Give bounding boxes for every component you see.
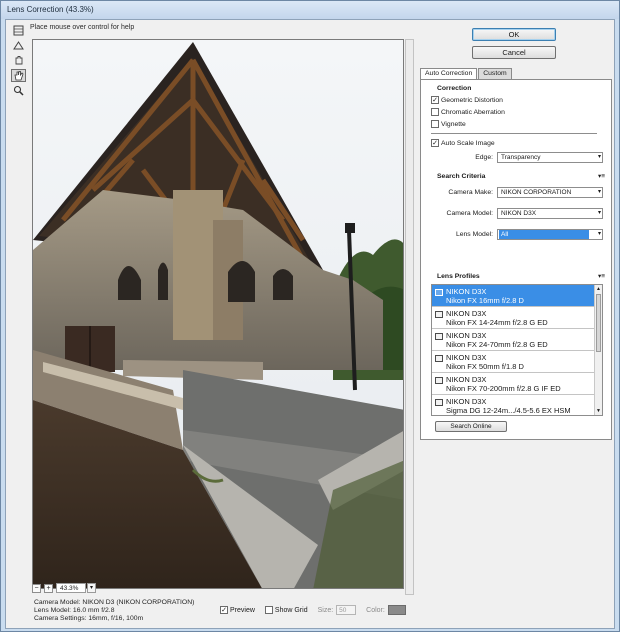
edge-select[interactable]: Transparency ▾ <box>497 152 603 163</box>
preview-option[interactable]: ✓ Preview <box>220 606 255 614</box>
search-criteria-menu-icon[interactable]: ▾≡ <box>598 172 605 180</box>
zoom-dropdown-icon[interactable]: ▾ <box>87 583 96 593</box>
lens-profiles-menu-icon[interactable]: ▾≡ <box>598 272 605 280</box>
zoom-tool-icon[interactable] <box>11 84 26 97</box>
chromatic-aberration-label: Chromatic Aberration <box>441 108 505 116</box>
preview-photo <box>33 40 403 588</box>
grid-size-option: Size: 50 <box>318 605 357 615</box>
correction-panel: Auto Correction Custom Correction ✓ Geom… <box>416 68 612 448</box>
chromatic-aberration-option[interactable]: Chromatic Aberration <box>431 108 505 116</box>
chevron-down-icon: ▾ <box>597 154 601 160</box>
auto-scale-option[interactable]: ✓ Auto Scale Image <box>431 139 495 147</box>
geometric-distortion-checkbox[interactable]: ✓ <box>431 96 439 104</box>
geometric-distortion-label: Geometric Distortion <box>441 96 503 104</box>
zoom-in-button[interactable]: + <box>44 583 53 593</box>
chevron-down-icon: ▾ <box>597 210 601 216</box>
grid-color-option: Color: <box>366 605 406 615</box>
image-info: Camera Model: NIKON D3 (NIKON CORPORATIO… <box>34 599 234 623</box>
ok-button[interactable]: OK <box>472 28 556 41</box>
panel-tabs: Auto Correction Custom <box>420 68 513 80</box>
image-preview[interactable] <box>32 39 404 589</box>
remove-distortion-tool-icon[interactable] <box>11 24 26 37</box>
vignette-option[interactable]: Vignette <box>431 120 466 128</box>
scroll-thumb[interactable] <box>596 294 601 352</box>
hand-tool-icon[interactable] <box>11 69 26 82</box>
help-text: Place mouse over control for help <box>30 24 135 31</box>
edge-select-value: Transparency <box>501 154 541 161</box>
geometric-distortion-option[interactable]: ✓ Geometric Distortion <box>431 96 503 104</box>
view-options: ✓ Preview Show Grid Size: 50 Color: <box>220 604 416 616</box>
preview-label: Preview <box>230 606 255 614</box>
list-item[interactable]: NIKON D3X Nikon FX 24-70mm f/2.8 G ED <box>432 329 596 351</box>
preview-checkbox[interactable]: ✓ <box>220 606 228 614</box>
scroll-up-icon[interactable]: ▲ <box>595 285 602 293</box>
correction-divider <box>431 133 597 134</box>
grid-size-field[interactable]: 50 <box>336 605 357 615</box>
lens-profile-icon <box>435 355 443 362</box>
list-item[interactable]: NIKON D3X Sigma DG 12-24m.../4.5-5.6 EX … <box>432 395 596 415</box>
vignette-checkbox[interactable] <box>431 120 439 128</box>
lens-profile-icon <box>435 311 443 318</box>
lens-profiles-list: NIKON D3X Nikon FX 16mm f/2.8 D NIKON D3… <box>431 284 603 416</box>
lens-profile-icon <box>435 377 443 384</box>
search-criteria-heading: Search Criteria <box>437 173 486 180</box>
tab-custom[interactable]: Custom <box>478 68 512 79</box>
preview-scrollbar[interactable] <box>405 39 414 595</box>
lens-correction-window: Lens Correction (43.3%) Place mouse over… <box>0 0 620 632</box>
edge-label: Edge: <box>475 154 493 161</box>
list-item[interactable]: NIKON D3X Nikon FX 14-24mm f/2.8 G ED <box>432 307 596 329</box>
auto-scale-checkbox[interactable]: ✓ <box>431 139 439 147</box>
camera-model-select[interactable]: NIKON D3X ▾ <box>497 208 603 219</box>
list-item[interactable]: NIKON D3X Nikon FX 70-200mm f/2.8 G IF E… <box>432 373 596 395</box>
chromatic-aberration-checkbox[interactable] <box>431 108 439 116</box>
correction-heading: Correction <box>437 85 472 92</box>
dialog-client: Place mouse over control for help − + 43… <box>5 19 615 629</box>
chevron-down-icon: ▾ <box>597 189 601 195</box>
list-item[interactable]: NIKON D3X Nikon FX 50mm f/1.8 D <box>432 351 596 373</box>
straighten-tool-icon[interactable] <box>11 39 26 52</box>
auto-scale-label: Auto Scale Image <box>441 139 495 147</box>
grid-color-label: Color: <box>366 606 385 614</box>
info-camera-model: Camera Model: NIKON D3 (NIKON CORPORATIO… <box>34 599 195 606</box>
search-online-button[interactable]: Search Online <box>435 421 507 432</box>
zoom-out-button[interactable]: − <box>32 583 41 593</box>
grid-size-label: Size: <box>317 606 334 614</box>
window-title: Lens Correction (43.3%) <box>7 5 94 14</box>
zoom-level-field[interactable]: 43.3% <box>56 583 86 593</box>
list-item[interactable]: NIKON D3X Nikon FX 16mm f/2.8 D <box>432 285 596 307</box>
lens-profiles-heading: Lens Profiles <box>437 273 480 280</box>
lens-profile-icon <box>435 399 443 406</box>
move-grid-tool-icon[interactable] <box>11 54 26 67</box>
auto-correction-tab-body: Correction ✓ Geometric Distortion Chroma… <box>420 79 612 440</box>
lens-model-label: Lens Model: <box>455 231 493 238</box>
camera-make-select[interactable]: NIKON CORPORATION ▾ <box>497 187 603 198</box>
lens-model-value: All <box>499 230 589 239</box>
lens-profile-icon <box>435 333 443 340</box>
lens-profile-icon <box>435 289 443 296</box>
show-grid-label: Show Grid <box>274 606 308 614</box>
vignette-label: Vignette <box>441 120 466 128</box>
cancel-button[interactable]: Cancel <box>472 46 556 59</box>
chevron-down-icon: ▾ <box>597 231 601 237</box>
camera-make-label: Camera Make: <box>448 189 493 196</box>
title-bar: Lens Correction (43.3%) <box>1 1 619 19</box>
zoom-bar: − + 43.3% ▾ <box>32 582 404 594</box>
camera-make-value: NIKON CORPORATION <box>501 189 572 196</box>
info-camera-settings: Camera Settings: 16mm, f/16, 100m <box>34 615 144 622</box>
info-lens-model: Lens Model: 16.0 mm f/2.8 <box>34 607 115 614</box>
lens-profiles-scrollbar[interactable]: ▲ ▼ <box>594 285 602 415</box>
show-grid-checkbox[interactable] <box>264 606 273 614</box>
grid-color-swatch[interactable] <box>387 605 406 615</box>
lens-model-select[interactable]: All ▾ <box>497 229 603 240</box>
tool-strip <box>8 22 28 118</box>
show-grid-option[interactable]: Show Grid <box>264 606 308 614</box>
scroll-down-icon[interactable]: ▼ <box>595 407 602 415</box>
camera-model-label: Camera Model: <box>446 210 493 217</box>
lens-profiles-items: NIKON D3X Nikon FX 16mm f/2.8 D NIKON D3… <box>432 285 596 415</box>
camera-model-value: NIKON D3X <box>501 210 537 217</box>
